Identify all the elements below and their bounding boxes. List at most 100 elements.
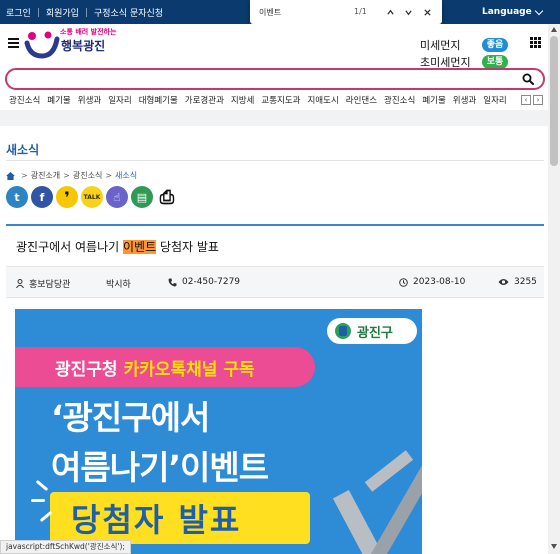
eye-icon bbox=[498, 279, 509, 285]
chevron-up-icon bbox=[386, 9, 394, 15]
keyword-link[interactable]: 지방세 bbox=[231, 94, 254, 106]
find-next-button[interactable] bbox=[400, 4, 416, 20]
kakaotalk-icon[interactable]: TALK bbox=[81, 186, 103, 208]
search-input[interactable] bbox=[15, 72, 515, 86]
find-bar: 이벤트 1/1 bbox=[250, 0, 442, 24]
views-field: 3255 bbox=[498, 277, 537, 287]
divider bbox=[37, 8, 39, 17]
popular-keywords-nav: 광진소식 폐기물 위생과 일자리 대형폐기물 가로경관과 지방세 교통지도과 지애도시 라인댄스 광… bbox=[0, 92, 548, 110]
site-header: 소통 배려 발전하는 행복광진 미세먼지 좋음 초미세먼지 보통 bbox=[0, 24, 560, 69]
chevron-down-icon bbox=[534, 6, 544, 16]
banner-headline-line1: ‘광진구에서 bbox=[51, 398, 210, 437]
keyword-link[interactable]: 라인댄스 bbox=[346, 94, 377, 106]
post-title: 광진구에서 여름나기 이벤트 당첨자 발표 bbox=[16, 238, 219, 255]
page-title: 새소식 bbox=[6, 143, 40, 157]
keyword-link[interactable]: 가로경관과 bbox=[185, 94, 224, 106]
sparkle-decoration bbox=[35, 479, 49, 492]
apps-grid-icon[interactable] bbox=[530, 37, 541, 48]
air-quality-panel: 미세먼지 좋음 초미세먼지 보통 bbox=[420, 36, 508, 70]
keyword-link[interactable]: 폐기물 bbox=[422, 94, 445, 106]
logo-name: 행복광진 bbox=[61, 39, 106, 53]
breadcrumb-separator: > bbox=[63, 171, 70, 180]
ultrafine-dust-status-badge: 보통 bbox=[482, 54, 508, 69]
phone-field: 02-450-7279 bbox=[168, 277, 240, 287]
browser-status-bar: javascript:dftSchKwd('광진소식'); bbox=[0, 540, 131, 554]
date-field: 2023-08-10 bbox=[399, 277, 465, 287]
facebook-icon[interactable]: f bbox=[31, 186, 53, 208]
department-field: 홍보담당관 bbox=[16, 277, 70, 290]
page-scrollbar[interactable] bbox=[548, 24, 560, 554]
keyword-pager: ‹ › bbox=[521, 95, 545, 105]
share-toolbar: t f ❜ TALK ☝ ▤ ⎙ bbox=[6, 186, 181, 208]
keyword-link[interactable]: 광진소식 bbox=[384, 94, 415, 106]
scrollbar-thumb[interactable] bbox=[550, 36, 558, 166]
search-icon[interactable] bbox=[522, 73, 534, 85]
find-match-count: 1/1 bbox=[354, 7, 367, 16]
keyword-link[interactable]: 교통지도과 bbox=[261, 94, 300, 106]
gwangjin-logo-text: 광진구 bbox=[357, 325, 393, 341]
banner-subtitle: 광진구청 카카오톡채널 구독 bbox=[15, 347, 315, 387]
post-title-text: 당첨자 발표 bbox=[156, 240, 219, 254]
keyword-link[interactable]: 위생과 bbox=[78, 94, 101, 106]
sms-news-link[interactable]: 구정소식 문자신청 bbox=[94, 6, 163, 19]
banner-headline-line2: 여름나기’이벤트 bbox=[51, 448, 269, 487]
divider bbox=[6, 160, 544, 161]
keyword-link[interactable]: 위생과 bbox=[453, 94, 476, 106]
divider bbox=[85, 8, 87, 17]
search-bar bbox=[5, 68, 545, 90]
phone-icon bbox=[168, 278, 177, 286]
breadcrumb-separator: > bbox=[21, 171, 28, 180]
find-previous-button[interactable] bbox=[382, 4, 398, 20]
keyword-link[interactable]: 대형폐기물 bbox=[139, 94, 178, 106]
fine-dust-label: 미세먼지 bbox=[420, 38, 461, 52]
site-logo[interactable]: 소통 배려 발전하는 행복광진 bbox=[24, 27, 116, 59]
chevron-down-icon bbox=[404, 9, 412, 15]
breadcrumb-separator: > bbox=[105, 171, 113, 180]
header-divider-strip bbox=[0, 110, 548, 126]
login-link[interactable]: 로그인 bbox=[6, 6, 31, 19]
utility-links: 로그인 회원가입 구정소식 문자신청 bbox=[6, 6, 163, 19]
twitter-icon[interactable]: t bbox=[6, 186, 28, 208]
views-value: 3255 bbox=[514, 277, 537, 287]
keyword-link[interactable]: 일자리 bbox=[483, 94, 506, 106]
find-input[interactable]: 이벤트 bbox=[259, 7, 281, 18]
post-title-text: 광진구에서 여름나기 bbox=[16, 240, 123, 254]
banner-subtitle-prefix: 광진구청 bbox=[55, 359, 118, 380]
menu-icon[interactable] bbox=[8, 38, 19, 48]
phone-value: 02-450-7279 bbox=[182, 277, 241, 287]
department-value: 홍보담당관 bbox=[29, 280, 71, 290]
document-icon[interactable]: ▤ bbox=[131, 186, 153, 208]
keyword-next-button[interactable]: › bbox=[533, 95, 543, 105]
logo-tagline: 소통 배려 발전하는 bbox=[60, 28, 117, 36]
post-meta: 홍보담당관 박시하 02-450-7279 2023-08-10 3255 bbox=[6, 266, 544, 298]
breadcrumb-item[interactable]: 광진소개 bbox=[31, 170, 60, 181]
logo-mark-icon bbox=[24, 31, 60, 59]
breadcrumb-item[interactable]: 광진소식 bbox=[73, 170, 102, 181]
language-label: Language bbox=[482, 7, 532, 17]
link-icon[interactable]: ☝ bbox=[106, 186, 128, 208]
keyword-link[interactable]: 일자리 bbox=[108, 94, 131, 106]
find-highlight: 이벤트 bbox=[123, 240, 157, 254]
fine-dust-row: 미세먼지 좋음 bbox=[420, 36, 508, 53]
keyword-list: 광진소식 폐기물 위생과 일자리 대형폐기물 가로경관과 지방세 교통지도과 지애도시 라인댄스 광… bbox=[9, 94, 514, 106]
breadcrumb-current: 새소식 bbox=[115, 171, 138, 180]
breadcrumb: > 광진소개 > 광진소식 > 새소식 bbox=[6, 170, 137, 181]
gwangjin-logo-icon bbox=[335, 323, 351, 339]
quote-icon[interactable]: ❜ bbox=[56, 186, 78, 208]
signup-link[interactable]: 회원가입 bbox=[46, 6, 79, 19]
print-icon[interactable]: ⎙ bbox=[156, 186, 178, 208]
keyword-link[interactable]: 지애도시 bbox=[307, 94, 338, 106]
date-value: 2023-08-10 bbox=[413, 277, 466, 287]
language-select[interactable]: Language bbox=[476, 0, 552, 24]
author-field: 박시하 bbox=[106, 277, 131, 290]
close-icon bbox=[423, 8, 431, 16]
keyword-link[interactable]: 폐기물 bbox=[47, 94, 70, 106]
keyword-link[interactable]: 광진소식 bbox=[9, 94, 40, 106]
home-icon[interactable] bbox=[6, 171, 15, 180]
author-value: 박시하 bbox=[106, 280, 131, 290]
keyword-prev-button[interactable]: ‹ bbox=[521, 95, 531, 105]
scroll-up-arrow-icon[interactable] bbox=[551, 27, 557, 32]
find-close-button[interactable] bbox=[419, 4, 435, 20]
scroll-down-arrow-icon[interactable] bbox=[551, 544, 557, 549]
sparkle-decoration bbox=[31, 499, 45, 502]
